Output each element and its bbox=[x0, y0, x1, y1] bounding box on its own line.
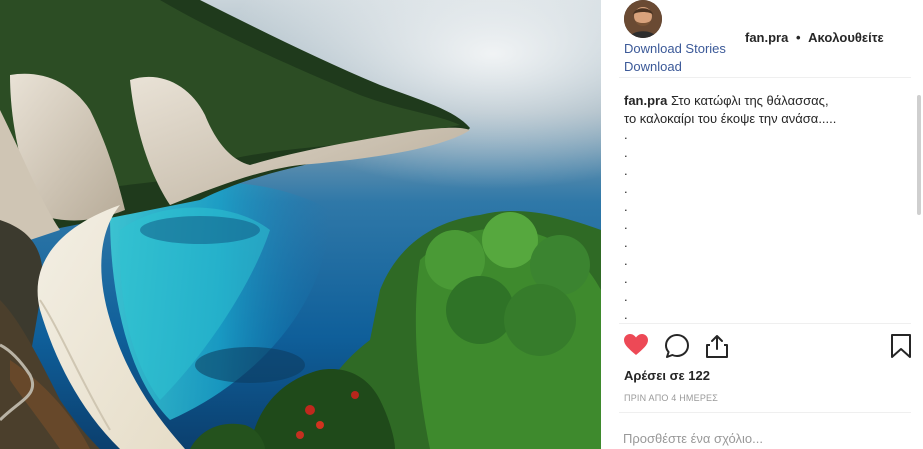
post-timestamp: ΠΡΙΝ ΑΠΟ 4 ΗΜΕΡΕΣ bbox=[624, 393, 718, 403]
following-button[interactable]: Ακολουθείτε bbox=[808, 30, 884, 45]
save-button[interactable] bbox=[890, 333, 912, 364]
avatar-image bbox=[624, 0, 662, 38]
beach-landscape-image bbox=[0, 0, 601, 449]
caption-line-2: το καλοκαίρι του έκοψε την ανάσα..... bbox=[624, 111, 837, 126]
share-button[interactable] bbox=[704, 333, 730, 364]
divider bbox=[619, 412, 911, 413]
caption-dot: . bbox=[624, 253, 628, 268]
caption-dot: . bbox=[624, 235, 628, 250]
caption-dot: . bbox=[624, 217, 628, 232]
divider bbox=[619, 77, 911, 78]
follow-separator: • bbox=[795, 30, 801, 45]
divider bbox=[619, 323, 911, 324]
caption-dot: . bbox=[624, 145, 628, 160]
post-photo[interactable] bbox=[0, 0, 601, 449]
likes-count[interactable]: Αρέσει σε 122 bbox=[624, 368, 710, 383]
comment-icon bbox=[665, 334, 689, 358]
caption-username[interactable]: fan.pra bbox=[624, 93, 667, 108]
caption-dots: . . . . . . . . . . . bbox=[624, 126, 628, 324]
caption-dot: . bbox=[624, 163, 628, 178]
comment-input[interactable] bbox=[623, 428, 903, 448]
post-header: fan.pra • Ακολουθείτε bbox=[745, 30, 884, 45]
post-details-panel: fan.pra • Ακολουθείτε Download Stories D… bbox=[601, 0, 923, 449]
caption-line-1: Στο κατώφλι της θάλασσας, bbox=[670, 93, 829, 108]
caption-dot: . bbox=[624, 181, 628, 196]
caption-scrollbar[interactable] bbox=[917, 95, 921, 215]
like-button[interactable] bbox=[623, 333, 649, 362]
download-stories-link[interactable]: Download Stories bbox=[624, 41, 726, 56]
comment-button[interactable] bbox=[664, 333, 690, 364]
bookmark-icon bbox=[891, 334, 911, 358]
caption-dot: . bbox=[624, 199, 628, 214]
share-icon bbox=[706, 335, 728, 358]
username-link[interactable]: fan.pra bbox=[745, 30, 788, 45]
caption-dot: . bbox=[624, 271, 628, 286]
avatar[interactable] bbox=[624, 0, 662, 38]
heart-icon bbox=[624, 334, 648, 355]
post-actions bbox=[623, 333, 913, 359]
caption-dot: . bbox=[624, 127, 628, 142]
caption-dot: . bbox=[624, 289, 628, 304]
download-link[interactable]: Download bbox=[624, 59, 682, 74]
post-caption: fan.pra Στο κατώφλι της θάλασσας, το καλ… bbox=[624, 92, 894, 128]
caption-dot: . bbox=[624, 307, 628, 322]
